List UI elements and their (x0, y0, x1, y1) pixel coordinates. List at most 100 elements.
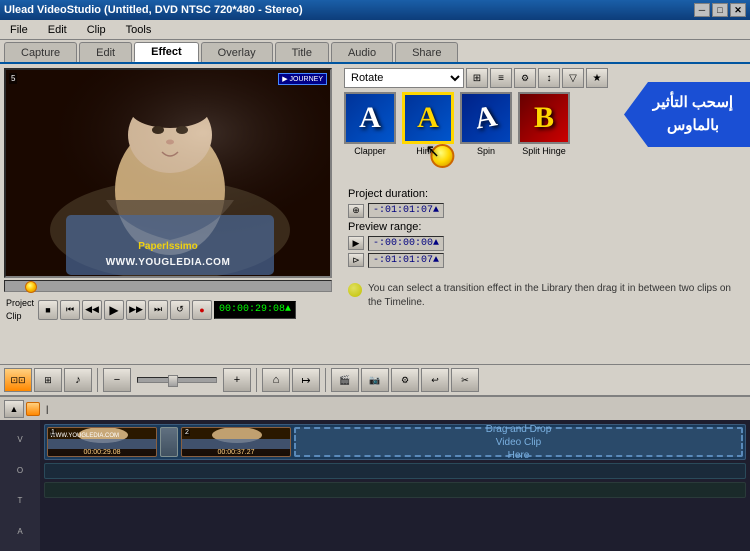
preview-range-row: Preview range: (348, 221, 742, 233)
preview-start-icon[interactable]: ▶ (348, 236, 364, 250)
effect-category-dropdown[interactable]: Rotate Dissolve Slide Peel (344, 68, 464, 88)
end-btn[interactable]: ↦ (292, 368, 320, 392)
time-display: 00:00:29:08▲ (214, 301, 296, 319)
tab-audio[interactable]: Audio (331, 42, 393, 62)
title-bar: Ulead VideoStudio (Untitled, DVD NTSC 72… (0, 0, 750, 20)
duration-value: -:01:01:07▲ (368, 203, 444, 218)
clip1-time: 00:00:29.08 (48, 449, 156, 456)
effect-splithinge[interactable]: B Split Hinge (518, 92, 570, 156)
video-clip-2[interactable]: 00:00:37.27 2 (181, 427, 291, 457)
zoom-out-btn[interactable]: − (103, 368, 131, 392)
tab-title[interactable]: Title (275, 42, 329, 62)
tab-effect[interactable]: Effect (134, 42, 199, 62)
window-title: Ulead VideoStudio (Untitled, DVD NTSC 72… (4, 4, 303, 16)
effect-clapper[interactable]: A Clapper (344, 92, 396, 156)
tab-bar: Capture Edit Effect Overlay Title Audio … (0, 40, 750, 64)
clip-btn2[interactable]: 📷 (361, 368, 389, 392)
bottom-toolbar: ⊡⊡ ⊞ ♪ − + ⌂ ↦ 🎬 📷 ⚙ ↩ ✂ (0, 364, 750, 396)
thumbnail-view-btn[interactable]: ⊞ (466, 68, 488, 88)
tl-expand-btn[interactable]: ▲ (4, 400, 24, 418)
clip-btn4[interactable]: ↩ (421, 368, 449, 392)
close-button[interactable]: ✕ (730, 3, 746, 17)
storyboard-btn[interactable]: ⊡⊡ (4, 368, 32, 392)
video-track: WWW.YOUGLEDIA.COM 00:00:29.08 1 (44, 424, 746, 460)
rewind-button[interactable]: ◀◀ (82, 300, 102, 320)
preview-end: -:01:01:07▲ (368, 253, 444, 268)
hint-icon (348, 283, 362, 297)
maximize-button[interactable]: □ (712, 3, 728, 17)
duration-icon[interactable]: ⊕ (348, 204, 364, 218)
tl-label-video: V (2, 435, 38, 444)
zoom-slider[interactable] (137, 377, 217, 383)
zoom-in-btn[interactable]: + (223, 368, 251, 392)
arabic-line2: بالماوس (648, 115, 738, 138)
effects-panel: Rotate Dissolve Slide Peel ⊞ ≡ ⚙ ↕ ▽ ★ A… (340, 64, 750, 364)
track-color-btn[interactable] (26, 402, 40, 416)
forward-button[interactable]: ▶▶ (126, 300, 146, 320)
title-track (44, 482, 746, 498)
loop-button[interactable]: ↺ (170, 300, 190, 320)
effect-spin[interactable]: A Spin (460, 92, 512, 156)
overlay-track (44, 463, 746, 479)
effect-hinge[interactable]: A ↖ Hinge (402, 92, 454, 156)
menu-clip[interactable]: Clip (81, 23, 112, 37)
preview-end-icon[interactable]: ⊳ (348, 253, 364, 267)
scrubber-bar[interactable] (4, 280, 332, 292)
options-btn[interactable]: ⚙ (514, 68, 536, 88)
preview-end-row: ⊳ -:01:01:07▲ (348, 253, 742, 268)
svg-text:WWW.YOUGLEDIA.COM: WWW.YOUGLEDIA.COM (50, 433, 119, 439)
tl-label-title: T (2, 496, 38, 505)
clip2-number: 2 (184, 429, 190, 436)
separator-1 (97, 368, 98, 392)
tab-edit[interactable]: Edit (79, 42, 132, 62)
play-button[interactable]: ▶ (104, 300, 124, 320)
scrubber-handle[interactable] (25, 281, 37, 293)
filter-btn[interactable]: ▽ (562, 68, 584, 88)
home-btn[interactable]: ⌂ (262, 368, 290, 392)
audio-mix-btn[interactable]: ♪ (64, 368, 92, 392)
video-clip-1[interactable]: WWW.YOUGLEDIA.COM 00:00:29.08 1 (47, 427, 157, 457)
arabic-tooltip: إسحب التأثير بالماوس (624, 82, 750, 147)
tab-capture[interactable]: Capture (4, 42, 77, 62)
sort-btn[interactable]: ↕ (538, 68, 560, 88)
effects-grid: A Clapper A ↖ Hinge A Spin (344, 92, 746, 156)
prev-frame-button[interactable]: ⏮ (60, 300, 80, 320)
clip2-thumbnail (182, 427, 290, 449)
separator-2 (256, 368, 257, 392)
transition-clip[interactable] (160, 427, 178, 457)
playback-controls: Project Clip ■ ⏮ ◀◀ ▶ ▶▶ ⏭ ↺ ● 00:00:29:… (4, 295, 336, 324)
title-bar-buttons: ─ □ ✕ (694, 3, 746, 17)
drop-zone[interactable]: Drag and DropVideo ClipHere (294, 427, 743, 457)
menu-bar: File Edit Clip Tools (0, 20, 750, 40)
project-info: Project duration: ⊕ -:01:01:07▲ Preview … (344, 184, 746, 272)
star-btn[interactable]: ★ (586, 68, 608, 88)
next-frame-button[interactable]: ⏭ (148, 300, 168, 320)
clip-btn3[interactable]: ⚙ (391, 368, 419, 392)
menu-tools[interactable]: Tools (120, 23, 158, 37)
minimize-button[interactable]: ─ (694, 3, 710, 17)
video-preview: Paperlssimo WWW.YOUGLEDIA.COM ▶ JOURNEY … (4, 68, 332, 278)
project-label: Project (6, 297, 34, 310)
tl-separator: | (46, 404, 48, 414)
timeline-area: ▲ | V O T A WWW.YOUGLEDIA. (0, 396, 750, 551)
zoom-thumb[interactable] (168, 375, 178, 387)
tab-overlay[interactable]: Overlay (201, 42, 273, 62)
video-number: 5 (9, 73, 17, 84)
separator-3 (325, 368, 326, 392)
timeline-btn[interactable]: ⊞ (34, 368, 62, 392)
video-url: WWW.YOUGLEDIA.COM (106, 257, 231, 268)
duration-value-row: ⊕ -:01:01:07▲ (348, 203, 742, 218)
clip-project-labels: Project Clip (6, 297, 34, 322)
preview-panel: Paperlssimo WWW.YOUGLEDIA.COM ▶ JOURNEY … (0, 64, 340, 364)
list-view-btn[interactable]: ≡ (490, 68, 512, 88)
timeline-content: V O T A WWW.YOUGLEDIA.COM (0, 420, 750, 551)
menu-edit[interactable]: Edit (42, 23, 73, 37)
menu-file[interactable]: File (4, 23, 34, 37)
record-button[interactable]: ● (192, 300, 212, 320)
stop-button[interactable]: ■ (38, 300, 58, 320)
clip-btn5[interactable]: ✂ (451, 368, 479, 392)
tab-share[interactable]: Share (395, 42, 458, 62)
preview-start: -:00:00:00▲ (368, 236, 444, 251)
spin-thumb: A (460, 92, 512, 144)
clip-btn1[interactable]: 🎬 (331, 368, 359, 392)
